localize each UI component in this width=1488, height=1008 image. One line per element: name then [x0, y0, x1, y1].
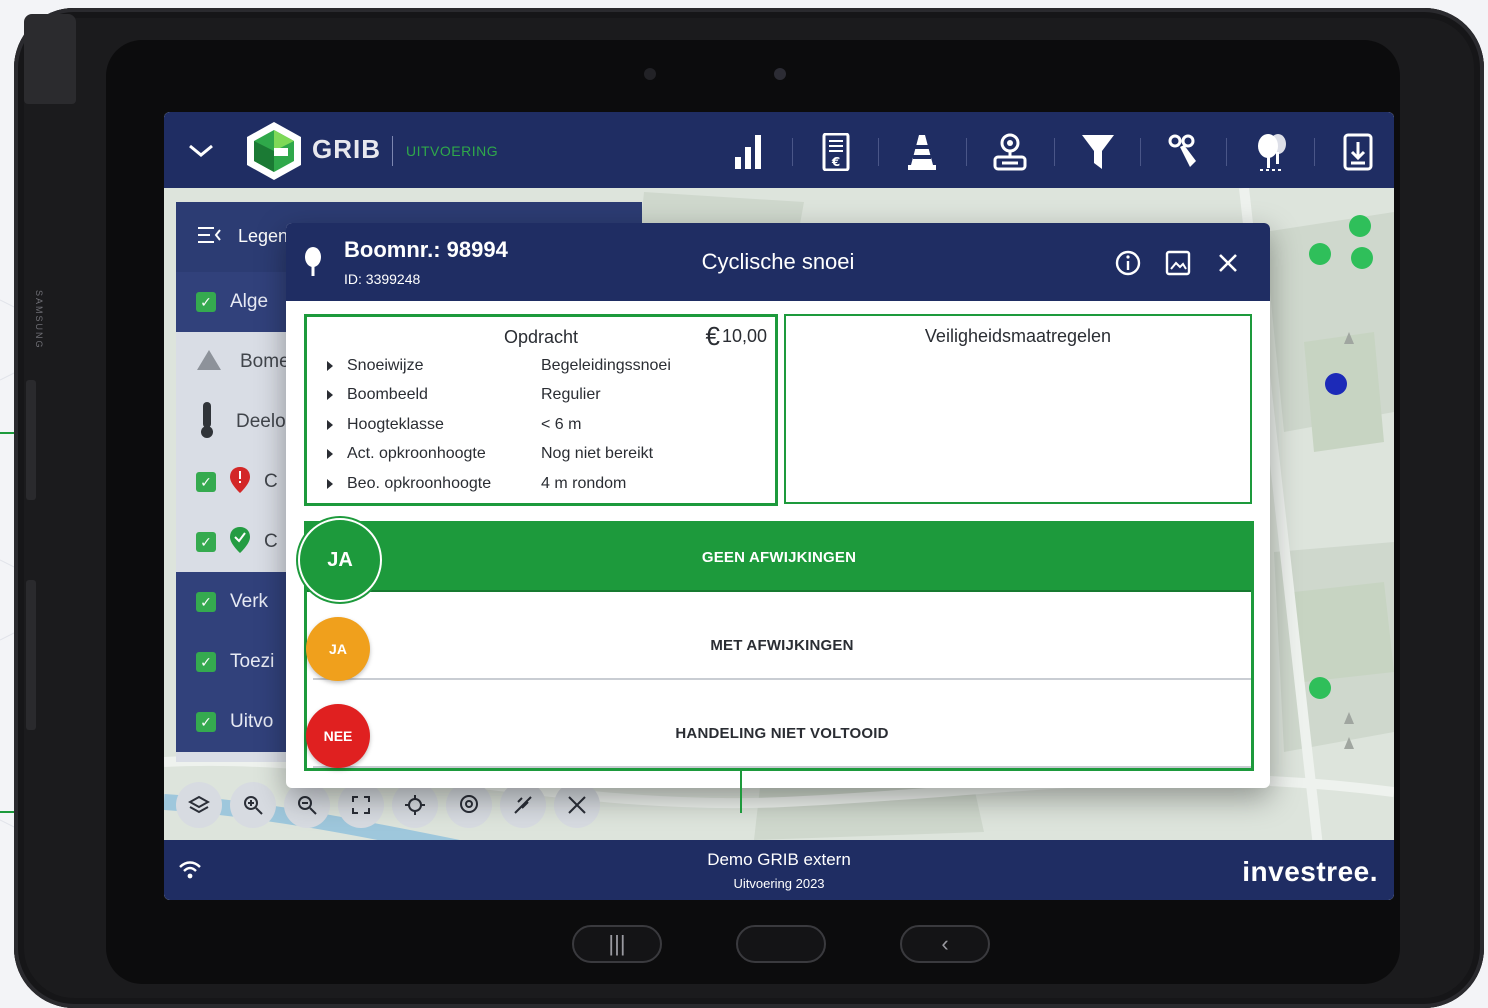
close-icon[interactable]	[1214, 249, 1242, 277]
logo-text: GRIB	[312, 134, 381, 164]
home-button[interactable]	[736, 925, 826, 963]
info-icon[interactable]	[1114, 249, 1142, 277]
caret-right-icon	[327, 449, 333, 459]
toolbar-divider	[1054, 138, 1055, 166]
checkbox-checked-icon[interactable]: ✓	[196, 472, 216, 492]
green-marker-icon	[230, 526, 250, 558]
task-modal: Boomnr.: 98994 ID: 3399248 Cyclische sno…	[286, 223, 1270, 788]
download-icon[interactable]	[1336, 130, 1380, 174]
tools-icon[interactable]	[554, 782, 600, 828]
locate-icon[interactable]	[392, 782, 438, 828]
back-button[interactable]: ‹	[900, 925, 990, 963]
caret-right-icon	[327, 420, 333, 430]
invoice-icon[interactable]: €	[814, 130, 858, 174]
toolbar-divider	[878, 138, 879, 166]
toolbar-divider	[1140, 138, 1141, 166]
image-icon[interactable]	[1164, 249, 1192, 277]
toolbar-divider	[966, 138, 967, 166]
traffic-cone-icon[interactable]	[900, 130, 944, 174]
toolbar-divider	[1314, 138, 1315, 166]
chevron-down-icon[interactable]	[186, 138, 216, 162]
statistics-icon[interactable]	[726, 130, 770, 174]
sensor-dot	[644, 68, 656, 80]
toolbar-divider	[792, 138, 793, 166]
caret-right-icon	[327, 361, 333, 371]
pruning-tool-icon[interactable]	[1162, 130, 1206, 174]
checkbox-checked-icon[interactable]: ✓	[196, 592, 216, 612]
device-brand: SAMSUNG	[34, 290, 44, 350]
side-button-power	[26, 580, 36, 730]
measure-icon[interactable]	[500, 782, 546, 828]
modal-header: Boomnr.: 98994 ID: 3399248 Cyclische sno…	[286, 223, 1270, 301]
filter-icon[interactable]	[1076, 130, 1120, 174]
safety-title: Veiligheidsmaatregelen	[924, 326, 1112, 346]
red-marker-icon	[230, 466, 250, 498]
assignment-panel: Opdracht € 10,00 Snoeiwijze Begeleidingss…	[304, 314, 778, 506]
completion-options: GEEN AFWIJKINGEN MET AFWIJKINGEN HANDELI…	[304, 521, 1254, 771]
stylus-pen	[24, 14, 76, 104]
safety-panel: Veiligheidsmaatregelen	[784, 314, 1252, 504]
option-no-deviations[interactable]: GEEN AFWIJKINGEN	[307, 524, 1251, 592]
legend-menu-icon	[198, 226, 221, 244]
badge-yes[interactable]: JA	[306, 617, 370, 681]
zoom-in-icon[interactable]	[230, 782, 276, 828]
layers-icon[interactable]	[176, 782, 222, 828]
zoom-out-icon[interactable]	[284, 782, 330, 828]
property-row[interactable]: Snoeiwijze Begeleidingssnoei	[327, 354, 767, 378]
option-not-completed[interactable]: HANDELING NIET VOLTOOID	[313, 700, 1251, 768]
legend-title: Legen	[238, 226, 289, 246]
euro-icon: €	[705, 321, 720, 351]
tree-pin-icon	[200, 401, 214, 443]
grib-logo-icon	[244, 120, 304, 182]
callout-connector	[740, 770, 742, 813]
svg-text:€: €	[831, 155, 840, 169]
warning-triangle-icon	[196, 349, 222, 376]
status-bar: Demo GRIB extern Uitvoering 2023 investr…	[164, 840, 1394, 900]
fullscreen-icon[interactable]	[338, 782, 384, 828]
recent-apps-button[interactable]: |||	[572, 925, 662, 963]
side-button-volume	[26, 380, 36, 500]
app-header: GRIB UITVOERING €	[164, 112, 1394, 188]
investree-logo: investree.	[1242, 856, 1378, 887]
option-with-deviations[interactable]: MET AFWIJKINGEN	[313, 612, 1251, 680]
price-value: 10,00	[721, 325, 767, 346]
environment-title: Demo GRIB extern	[707, 850, 851, 869]
toolbar-divider	[1226, 138, 1227, 166]
logo-subtitle: UITVOERING	[406, 143, 499, 159]
route-pin-icon[interactable]	[988, 130, 1032, 174]
caret-right-icon	[327, 479, 333, 489]
tree-pin-icon[interactable]	[1250, 130, 1294, 174]
caret-right-icon	[327, 390, 333, 400]
property-row[interactable]: Hoogteklasse < 6 m	[327, 413, 767, 437]
camera-dot	[774, 68, 786, 80]
property-row[interactable]: Boombeeld Regulier	[327, 383, 767, 407]
environment-subtitle: Uitvoering 2023	[733, 876, 825, 891]
property-row[interactable]: Beo. opkroonhoogte 4 m rondom	[327, 472, 767, 496]
map-toolbar	[176, 782, 600, 828]
checkbox-checked-icon[interactable]: ✓	[196, 712, 216, 732]
checkbox-checked-icon[interactable]: ✓	[196, 532, 216, 552]
property-row[interactable]: Act. opkroonhoogte Nog niet bereikt	[327, 442, 767, 466]
location-pin-icon[interactable]	[446, 782, 492, 828]
badge-no[interactable]: NEE	[306, 704, 370, 768]
logo-divider	[392, 136, 393, 166]
badge-yes-selected[interactable]: JA	[298, 518, 382, 602]
checkbox-checked-icon[interactable]: ✓	[196, 652, 216, 672]
checkbox-checked-icon[interactable]: ✓	[196, 292, 216, 312]
price-label: € 10,00	[705, 321, 767, 351]
